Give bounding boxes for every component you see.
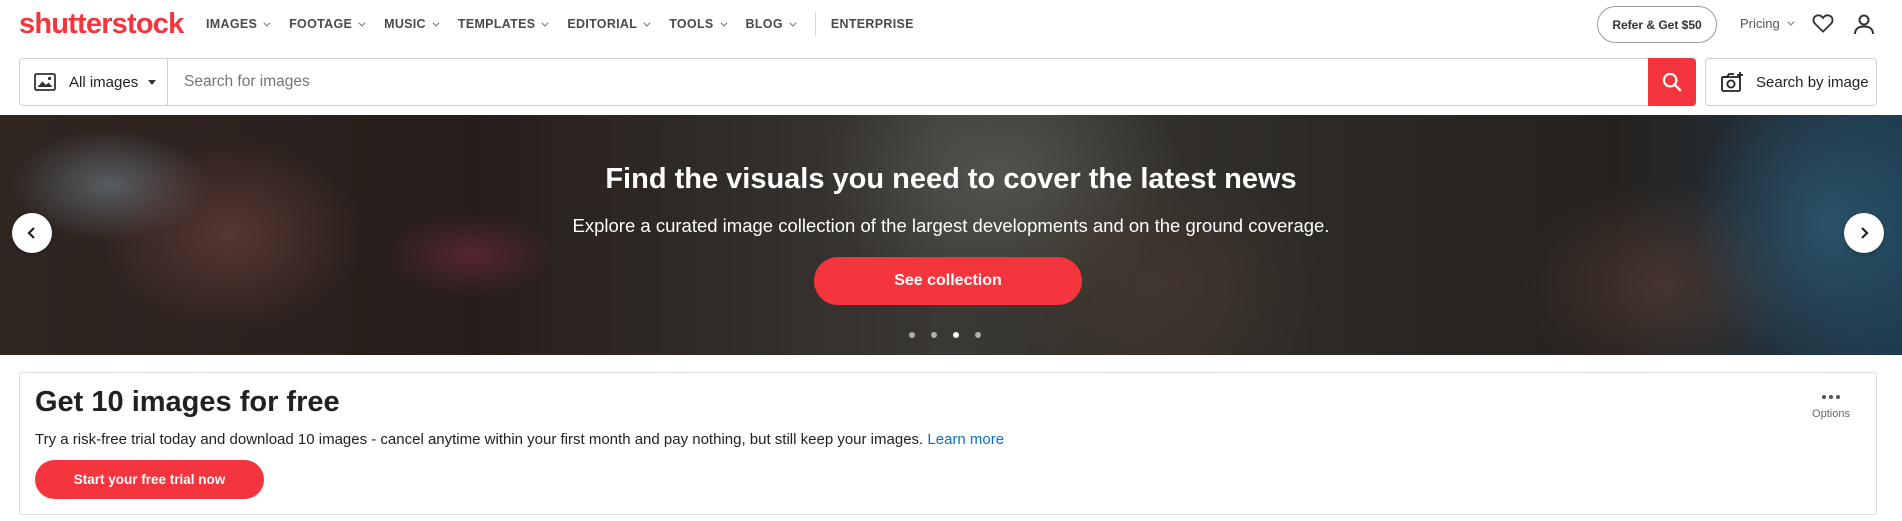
nav-item-label: IMAGES xyxy=(206,17,258,31)
chevron-down-icon xyxy=(432,19,440,27)
top-navigation: shutterstock IMAGES FOOTAGE MUSIC TEMPLA… xyxy=(0,0,1902,48)
promo-text: Try a risk-free trial today and download… xyxy=(35,431,1004,448)
shutterstock-logo[interactable]: shutterstock xyxy=(19,8,184,41)
nav-item-images[interactable]: IMAGES xyxy=(206,17,271,31)
carousel-prev-button[interactable] xyxy=(12,213,52,253)
search-by-image-label: Search by image xyxy=(1756,73,1869,91)
chevron-down-icon xyxy=(1787,18,1795,26)
nav-item-label: FOOTAGE xyxy=(289,17,353,31)
chevron-down-icon xyxy=(789,19,797,27)
nav-item-templates[interactable]: TEMPLATES xyxy=(457,17,549,31)
main-menu: IMAGES FOOTAGE MUSIC TEMPLATES EDITORIAL… xyxy=(206,0,935,48)
nav-item-blog[interactable]: BLOG xyxy=(745,17,797,31)
user-icon[interactable] xyxy=(1852,12,1876,36)
search-button[interactable] xyxy=(1648,58,1696,106)
caret-down-icon xyxy=(148,79,157,85)
nav-item-editorial[interactable]: EDITORIAL xyxy=(567,17,651,31)
carousel-next-button[interactable] xyxy=(1844,213,1884,253)
heart-icon[interactable] xyxy=(1812,13,1834,33)
more-horizontal-icon xyxy=(1810,395,1852,399)
search-by-image-button[interactable]: Search by image xyxy=(1705,58,1877,106)
camera-icon xyxy=(1721,72,1743,92)
nav-item-label: BLOG xyxy=(745,17,783,31)
chevron-down-icon xyxy=(541,19,549,27)
chevron-left-icon xyxy=(27,227,35,239)
promo-description: Try a risk-free trial today and download… xyxy=(35,431,928,448)
nav-item-label: TEMPLATES xyxy=(457,17,536,31)
pricing-label: Pricing xyxy=(1740,16,1780,31)
carousel-dot[interactable] xyxy=(931,332,937,338)
chevron-down-icon xyxy=(643,19,651,27)
start-free-trial-button[interactable]: Start your free trial now xyxy=(35,460,264,499)
carousel-dot[interactable] xyxy=(909,332,915,338)
chevron-down-icon xyxy=(263,19,271,27)
chevron-right-icon xyxy=(1861,227,1869,239)
nav-item-label: TOOLS xyxy=(669,17,714,31)
pricing-menu[interactable]: Pricing xyxy=(1740,16,1795,31)
nav-item-footage[interactable]: FOOTAGE xyxy=(289,17,366,31)
nav-divider xyxy=(814,12,816,36)
learn-more-link[interactable]: Learn more xyxy=(927,431,1004,448)
search-icon xyxy=(1662,72,1682,92)
hero-carousel: Find the visuals you need to cover the l… xyxy=(0,115,1902,355)
hero-title: Find the visuals you need to cover the l… xyxy=(605,163,1297,195)
carousel-dot-active[interactable] xyxy=(953,332,959,338)
carousel-dot[interactable] xyxy=(975,332,981,338)
promo-title: Get 10 images for free xyxy=(35,386,340,418)
nav-item-tools[interactable]: TOOLS xyxy=(669,17,727,31)
search-bar: All images xyxy=(19,58,1696,106)
nav-item-label: MUSIC xyxy=(384,17,426,31)
nav-item-label: ENTERPRISE xyxy=(830,17,914,31)
options-label: Options xyxy=(1812,408,1850,420)
nav-item-music[interactable]: MUSIC xyxy=(384,17,440,31)
search-input[interactable] xyxy=(168,59,1648,105)
nav-item-enterprise[interactable]: ENTERPRISE xyxy=(831,17,914,31)
image-type-select[interactable]: All images xyxy=(20,59,168,105)
image-type-label: All images xyxy=(69,73,139,91)
image-icon xyxy=(34,73,56,91)
chevron-down-icon xyxy=(719,19,727,27)
refer-button[interactable]: Refer & Get $50 xyxy=(1597,6,1717,43)
chevron-down-icon xyxy=(358,19,366,27)
carousel-indicators xyxy=(909,332,997,338)
hero-subtitle: Explore a curated image collection of th… xyxy=(572,215,1330,236)
see-collection-button[interactable]: See collection xyxy=(814,257,1082,305)
nav-item-label: EDITORIAL xyxy=(567,17,638,31)
free-trial-promo: Get 10 images for free Try a risk-free t… xyxy=(19,372,1877,515)
options-menu-button[interactable]: Options xyxy=(1810,395,1852,420)
